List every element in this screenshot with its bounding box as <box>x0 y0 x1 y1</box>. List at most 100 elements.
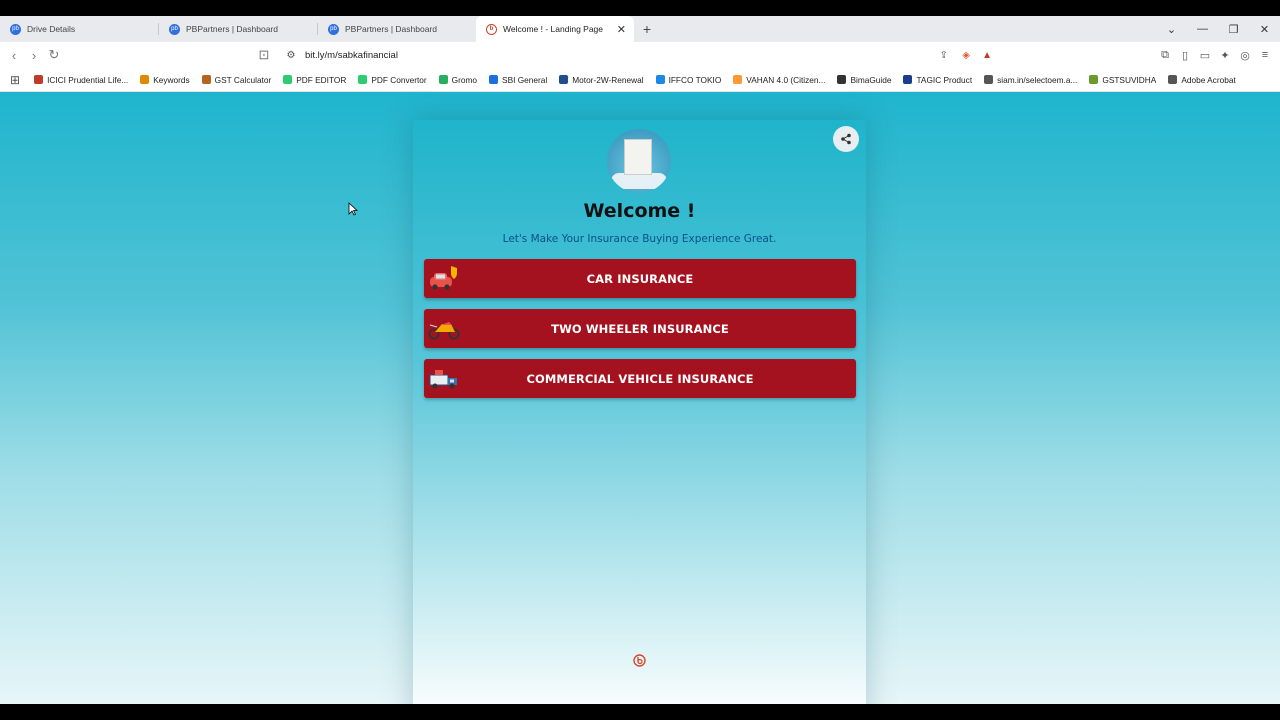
vpn-icon[interactable]: ◎ <box>1238 49 1252 62</box>
bookmark-favicon-icon <box>903 75 913 84</box>
tab-title: Drive Details <box>27 24 76 34</box>
bookmark-favicon-icon <box>34 75 44 84</box>
tab-pbpartners-2[interactable]: pb PBPartners | Dashboard <box>318 16 476 42</box>
tab-pbpartners-1[interactable]: pb PBPartners | Dashboard <box>159 16 317 42</box>
menu-icon[interactable]: ≡ <box>1258 49 1272 61</box>
tab-strip: pb Drive Details pb PBPartners | Dashboa… <box>0 16 1280 42</box>
bookmark-item[interactable]: Keywords <box>140 75 190 85</box>
apps-grid-icon[interactable]: ⊞ <box>10 73 20 87</box>
share-page-icon[interactable]: ⇪ <box>940 50 948 61</box>
bookmark-label: PDF Convertor <box>371 74 427 85</box>
bookmark-item[interactable]: IFFCO TOKIO <box>655 74 722 85</box>
tagline: Let's Make Your Insurance Buying Experie… <box>502 233 777 245</box>
bookmark-item[interactable]: GSTSUVIDHA <box>1089 75 1156 85</box>
bitly-favicon-icon: b <box>486 23 497 35</box>
brave-rewards-icon[interactable]: ▲ <box>982 50 992 61</box>
bookmark-favicon-icon <box>1168 75 1178 84</box>
bookmark-item[interactable]: VAHAN 4.0 (Citizen... <box>733 75 825 85</box>
bookmark-item[interactable]: PDF Convertor <box>358 74 427 85</box>
tab-search-icon[interactable]: ⌄ <box>1156 23 1187 36</box>
new-tab-button[interactable]: + <box>634 16 660 42</box>
bookmark-favicon-icon <box>837 75 847 84</box>
commercial-vehicle-insurance-label: COMMERCIAL VEHICLE INSURANCE <box>526 371 754 386</box>
close-window-icon[interactable]: ✕ <box>1249 23 1280 36</box>
two-wheeler-insurance-button[interactable]: TWO WHEELER INSURANCE <box>424 309 856 348</box>
welcome-title: Welcome ! <box>583 200 696 222</box>
bookmark-favicon-icon <box>140 75 150 84</box>
restore-icon[interactable]: ❐ <box>1218 23 1249 36</box>
commercial-vehicle-insurance-button[interactable]: COMMERCIAL VEHICLE INSURANCE <box>424 359 856 398</box>
bookmark-item[interactable]: PDF EDITOR <box>283 75 346 85</box>
tab-welcome-landing[interactable]: b Welcome ! - Landing Page ✕ <box>476 16 634 42</box>
wallet-icon[interactable]: ▭ <box>1198 49 1212 62</box>
bookmark-item[interactable]: SBI General <box>489 75 547 85</box>
truck-icon <box>429 370 457 389</box>
bookmark-icon[interactable]: ⊡ <box>254 47 274 63</box>
brave-shield-icon[interactable]: ◈ <box>962 50 970 61</box>
bookmark-label: VAHAN 4.0 (Citizen... <box>746 74 826 85</box>
bookmark-favicon-icon <box>438 75 448 84</box>
bookmark-label: GST Calculator <box>214 74 272 85</box>
share-button[interactable] <box>833 126 859 152</box>
bookmark-item[interactable]: ICICI Prudential Life... <box>34 75 128 85</box>
car-insurance-button[interactable]: CAR INSURANCE <box>424 259 856 298</box>
bookmark-item[interactable]: Motor-2W-Renewal <box>559 74 644 85</box>
bookmark-label: Gromo <box>451 74 478 85</box>
car-insurance-label: CAR INSURANCE <box>586 271 694 286</box>
bookmark-item[interactable]: siam.in/selectoem.a... <box>984 75 1077 85</box>
bookmark-favicon-icon <box>733 75 743 84</box>
bookmark-item[interactable]: TAGIC Product <box>903 75 972 85</box>
pb-favicon-icon: pb <box>328 23 339 35</box>
tab-title: PBPartners | Dashboard <box>345 24 437 34</box>
url-text[interactable]: bit.ly/m/sabkafinancial <box>305 50 398 61</box>
motorbike-icon <box>428 322 460 340</box>
bookmark-label: Motor-2W-Renewal <box>572 74 644 85</box>
pb-favicon-icon: pb <box>169 23 180 35</box>
extensions-icon[interactable]: ⧉ <box>1158 49 1172 62</box>
bookmark-label: PDF EDITOR <box>296 74 347 85</box>
car-shield-icon <box>430 266 457 290</box>
bookmark-favicon-icon <box>283 75 293 84</box>
bookmark-item[interactable]: Gromo <box>438 74 478 85</box>
reload-icon[interactable]: ↻ <box>44 47 64 63</box>
leo-ai-icon[interactable]: ✦ <box>1218 49 1232 62</box>
bookmark-item[interactable]: Adobe Acrobat <box>1168 74 1236 85</box>
address-bar[interactable]: ⚙ bit.ly/m/sabkafinancial ⇪ ◈ ▲ <box>282 46 998 64</box>
bookmark-favicon-icon <box>1089 75 1099 84</box>
bitly-logo-icon[interactable] <box>633 654 646 667</box>
bookmark-label: BimaGuide <box>850 74 892 85</box>
bookmark-item[interactable]: BimaGuide <box>837 75 891 85</box>
tab-drive-details[interactable]: pb Drive Details <box>0 16 158 42</box>
close-tab-icon[interactable]: ✕ <box>617 23 626 36</box>
back-icon[interactable]: ‹ <box>4 48 24 63</box>
site-settings-icon[interactable]: ⚙ <box>282 50 300 61</box>
bookmark-favicon-icon <box>984 75 994 84</box>
profile-card: Welcome ! Let's Make Your Insurance Buyi… <box>413 120 866 704</box>
window-controls: ⌄ — ❐ ✕ <box>1156 16 1280 42</box>
bookmark-item[interactable]: GST Calculator <box>201 74 272 85</box>
pb-favicon-icon: pb <box>10 23 21 35</box>
mouse-cursor-icon <box>348 202 358 216</box>
bookmark-label: Adobe Acrobat <box>1181 74 1236 85</box>
bookmark-favicon-icon <box>655 75 665 84</box>
bookmark-label: TAGIC Product <box>916 74 973 85</box>
sidebar-icon[interactable]: ▯ <box>1178 49 1192 62</box>
bookmark-favicon-icon <box>489 75 499 84</box>
bookmark-label: IFFCO TOKIO <box>668 74 722 85</box>
share-icon <box>841 133 851 145</box>
bookmark-favicon-icon <box>559 75 569 84</box>
bookmark-label: siam.in/selectoem.a... <box>997 74 1078 85</box>
cloud-decoration <box>611 173 667 189</box>
two-wheeler-insurance-label: TWO WHEELER INSURANCE <box>551 321 729 336</box>
bookmarks-bar: ⊞ ICICI Prudential Life... Keywords GST Ca… <box>0 68 1280 92</box>
forward-icon[interactable]: › <box>24 48 44 63</box>
bookmark-label: SBI General <box>502 74 548 85</box>
browser-toolbar: ‹ › ↻ ⊡ ⚙ bit.ly/m/sabkafinancial ⇪ ◈ ▲ … <box>0 42 1280 68</box>
bookmark-label: ICICI Prudential Life... <box>47 74 129 85</box>
profile-avatar <box>607 129 671 193</box>
bookmark-label: GSTSUVIDHA <box>1102 74 1157 85</box>
bookmark-favicon-icon <box>358 75 368 84</box>
door-illustration <box>624 139 652 175</box>
landing-page: Welcome ! Let's Make Your Insurance Buyi… <box>0 92 1280 704</box>
minimize-icon[interactable]: — <box>1187 23 1218 35</box>
